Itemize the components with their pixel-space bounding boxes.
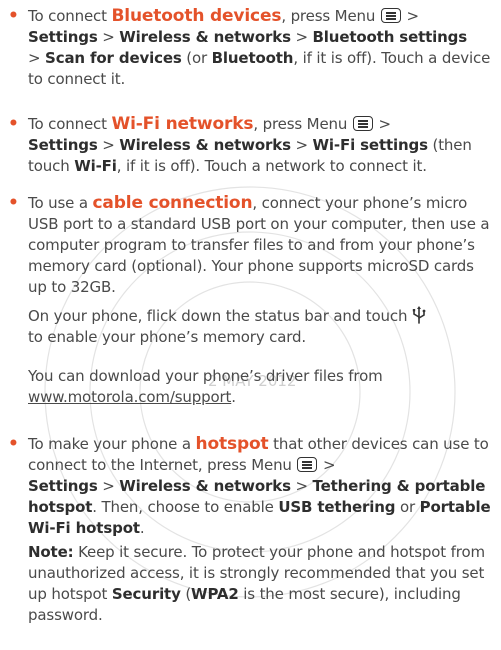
menu-icon — [352, 116, 373, 131]
bluetooth-instructions: To connect Bluetooth devices, press Menu… — [8, 6, 494, 90]
security-note: Note: Keep it secure. To protect your ph… — [28, 543, 485, 624]
hotspot-instructions: To make your phone a hotspot that other … — [8, 434, 494, 539]
keyword-cable-connection: cable connection — [92, 193, 253, 213]
usb-icon — [412, 306, 426, 324]
menu-icon — [297, 457, 318, 472]
driver-download-paragraph: You can download your phone’s driver fil… — [28, 367, 383, 406]
wifi-instructions: To connect Wi-Fi networks, press Menu > … — [8, 114, 494, 177]
cable-connection-instructions: To use a cable connection, connect your … — [8, 193, 494, 298]
motorola-support-link[interactable]: www.motorola.com/support — [28, 388, 231, 406]
menu-icon — [380, 8, 401, 23]
keyword-wifi-networks: Wi-Fi networks — [111, 114, 254, 134]
keyword-bluetooth-devices: Bluetooth devices — [111, 6, 282, 26]
note-label: Note: — [28, 543, 74, 561]
keyword-hotspot: hotspot — [195, 434, 269, 454]
status-bar-paragraph: On your phone, flick down the status bar… — [28, 306, 494, 348]
